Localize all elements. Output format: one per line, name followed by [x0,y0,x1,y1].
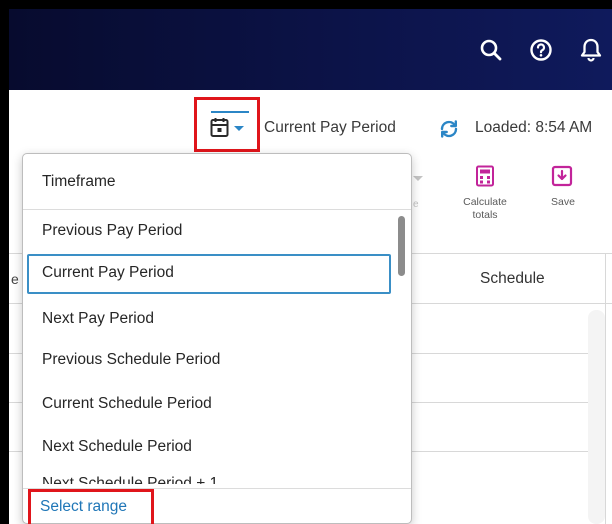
bell-icon[interactable] [576,35,606,65]
dropdown-title-separator [23,209,411,210]
table-row-divider [9,402,22,403]
column-header-schedule[interactable]: Schedule [480,270,545,288]
refresh-icon[interactable] [438,118,460,145]
save-icon[interactable] [551,165,573,192]
table-right-border [605,253,606,524]
loaded-status: Loaded: 8:54 AM [475,119,593,136]
timeframe-option[interactable]: Current Schedule Period [42,395,212,413]
select-range-link[interactable]: Select range [40,498,127,516]
calculate-totals-label[interactable]: Calculate totals [452,196,518,222]
calculator-icon[interactable] [475,165,495,192]
hidden-action-label-fragment: e [413,199,419,210]
app-header [9,9,612,90]
window-frame-left [0,0,9,524]
timeframe-dropdown: Timeframe Previous Pay Period Current Pa… [22,153,412,524]
hidden-action-caret [413,176,423,181]
timeframe-option-partial[interactable]: Next Schedule Period + 1 [42,472,218,484]
calendar-dropdown-icon [210,118,244,137]
timeframe-option[interactable]: Previous Schedule Period [42,351,220,369]
timeframe-option-selected[interactable]: Current Pay Period [42,264,174,282]
table-row-divider [412,353,588,354]
dropdown-scrollbar-thumb[interactable] [398,216,405,276]
search-icon[interactable] [476,35,506,65]
timeframe-button[interactable] [194,97,260,152]
window-frame-top [0,0,612,9]
help-icon[interactable] [526,35,556,65]
timeframe-value[interactable]: Current Pay Period [264,119,396,137]
timeframe-option[interactable]: Next Schedule Period [42,438,192,456]
table-row-divider [412,451,588,452]
table-row-divider [412,402,588,403]
table-row-divider [9,353,22,354]
table-row-divider [9,451,22,452]
timeframe-option[interactable]: Previous Pay Period [42,222,182,240]
column-header-fragment: e [11,271,19,287]
save-label[interactable]: Save [547,196,579,209]
dropdown-title: Timeframe [42,173,116,190]
table-vertical-scrollbar[interactable] [588,310,605,524]
timeframe-active-underline [211,111,249,113]
timeframe-option[interactable]: Next Pay Period [42,310,154,328]
